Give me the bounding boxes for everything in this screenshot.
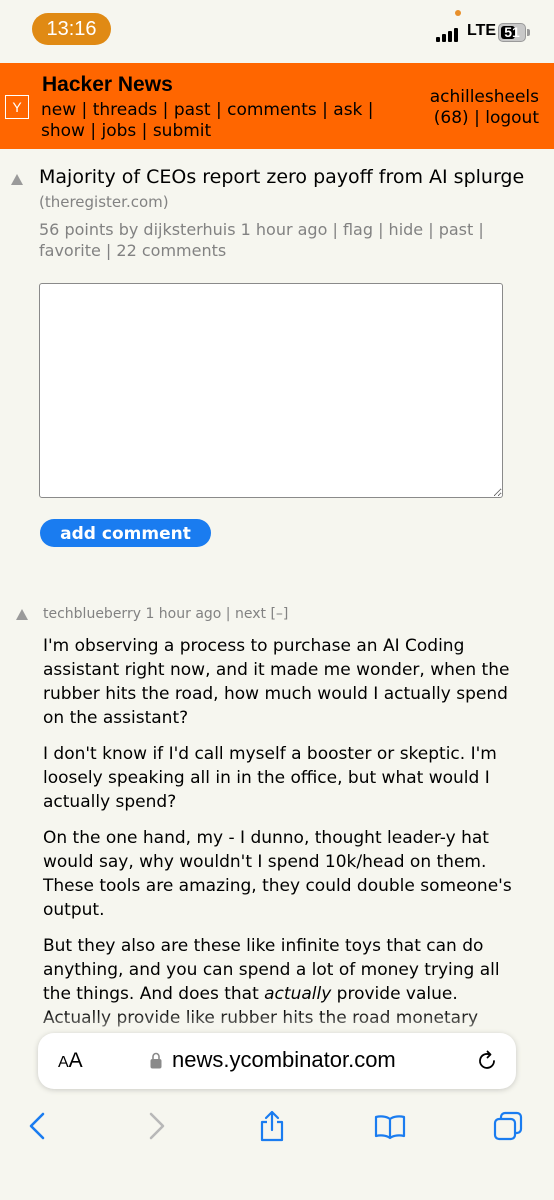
story-hide[interactable]: hide xyxy=(389,220,424,239)
comment-paragraph: I don't know if I'd call myself a booste… xyxy=(43,744,497,812)
battery-icon: 51 xyxy=(498,23,526,42)
story-meta: 56 points by dijksterhuis 1 hour ago | f… xyxy=(39,220,484,260)
upvote-arrow-icon[interactable] xyxy=(11,174,23,185)
back-icon[interactable] xyxy=(22,1110,54,1142)
forward-icon[interactable] xyxy=(140,1110,172,1142)
recording-indicator-icon xyxy=(455,10,461,16)
browser-address-bar[interactable]: AA news.ycombinator.com xyxy=(38,1033,516,1089)
network-type: LTE xyxy=(467,22,497,39)
story-author[interactable]: dijksterhuis xyxy=(143,220,235,239)
add-comment-button[interactable]: add comment xyxy=(40,519,211,547)
comment-paragraph: On the one hand, my - I dunno, thought l… xyxy=(43,828,512,920)
battery-level: 51 xyxy=(504,24,520,40)
karma: (68) xyxy=(433,108,469,128)
username-link[interactable]: achillesheels xyxy=(430,87,539,107)
hn-header: Y Hacker News new | threads | past | com… xyxy=(0,63,554,149)
story-age[interactable]: 1 hour ago xyxy=(241,220,328,239)
nav-past[interactable]: past xyxy=(174,100,211,120)
nav-submit[interactable]: submit xyxy=(153,121,211,141)
url-text[interactable]: news.ycombinator.com xyxy=(172,1047,396,1073)
nav-threads[interactable]: threads xyxy=(93,100,158,120)
lock-icon xyxy=(150,1052,162,1069)
nav-new[interactable]: new xyxy=(41,100,76,120)
story-comments-link[interactable]: 22 comments xyxy=(116,241,226,260)
story-title[interactable]: Majority of CEOs report zero payoff from… xyxy=(39,166,524,188)
cellular-signal-icon xyxy=(436,26,462,42)
story-by: by xyxy=(118,220,139,239)
story-past[interactable]: past xyxy=(439,220,474,239)
share-icon[interactable] xyxy=(256,1110,288,1142)
story-site[interactable]: (theregister.com) xyxy=(39,193,169,211)
comment-body: I'm observing a process to purchase an A… xyxy=(43,634,523,1066)
comment-age[interactable]: 1 hour ago xyxy=(145,606,221,622)
story-flag[interactable]: flag xyxy=(343,220,373,239)
comment-next-link[interactable]: next xyxy=(235,606,266,622)
hn-logo[interactable]: Y xyxy=(5,95,29,119)
user-area: achillesheels (68) | logout xyxy=(429,87,539,128)
browser-toolbar xyxy=(0,1100,554,1200)
nav-ask[interactable]: ask xyxy=(333,100,362,120)
logout-link[interactable]: logout xyxy=(485,108,539,128)
comment-upvote-arrow-icon[interactable] xyxy=(16,609,28,620)
story-points: 56 points xyxy=(39,220,114,239)
comment-textarea[interactable] xyxy=(39,283,503,498)
comment-author[interactable]: techblueberry xyxy=(43,606,141,622)
reload-icon[interactable] xyxy=(475,1049,499,1073)
comment-paragraph: I'm observing a process to purchase an A… xyxy=(43,636,510,728)
comment-header: techblueberry 1 hour ago | next [–] xyxy=(43,606,289,622)
site-title[interactable]: Hacker News xyxy=(42,73,173,97)
top-nav: new | threads | past | comments | ask | … xyxy=(41,100,374,141)
bookmarks-icon[interactable] xyxy=(374,1110,406,1142)
reader-settings-button[interactable]: AA xyxy=(58,1049,83,1073)
nav-jobs[interactable]: jobs xyxy=(101,121,136,141)
status-time: 13:16 xyxy=(32,13,111,45)
story-favorite[interactable]: favorite xyxy=(39,241,101,260)
tabs-icon[interactable] xyxy=(492,1110,524,1142)
nav-comments[interactable]: comments xyxy=(227,100,317,120)
nav-show[interactable]: show xyxy=(41,121,85,141)
status-bar: 13:16 LTE 51 xyxy=(0,0,554,62)
comment-collapse-toggle[interactable]: [–] xyxy=(270,606,288,622)
